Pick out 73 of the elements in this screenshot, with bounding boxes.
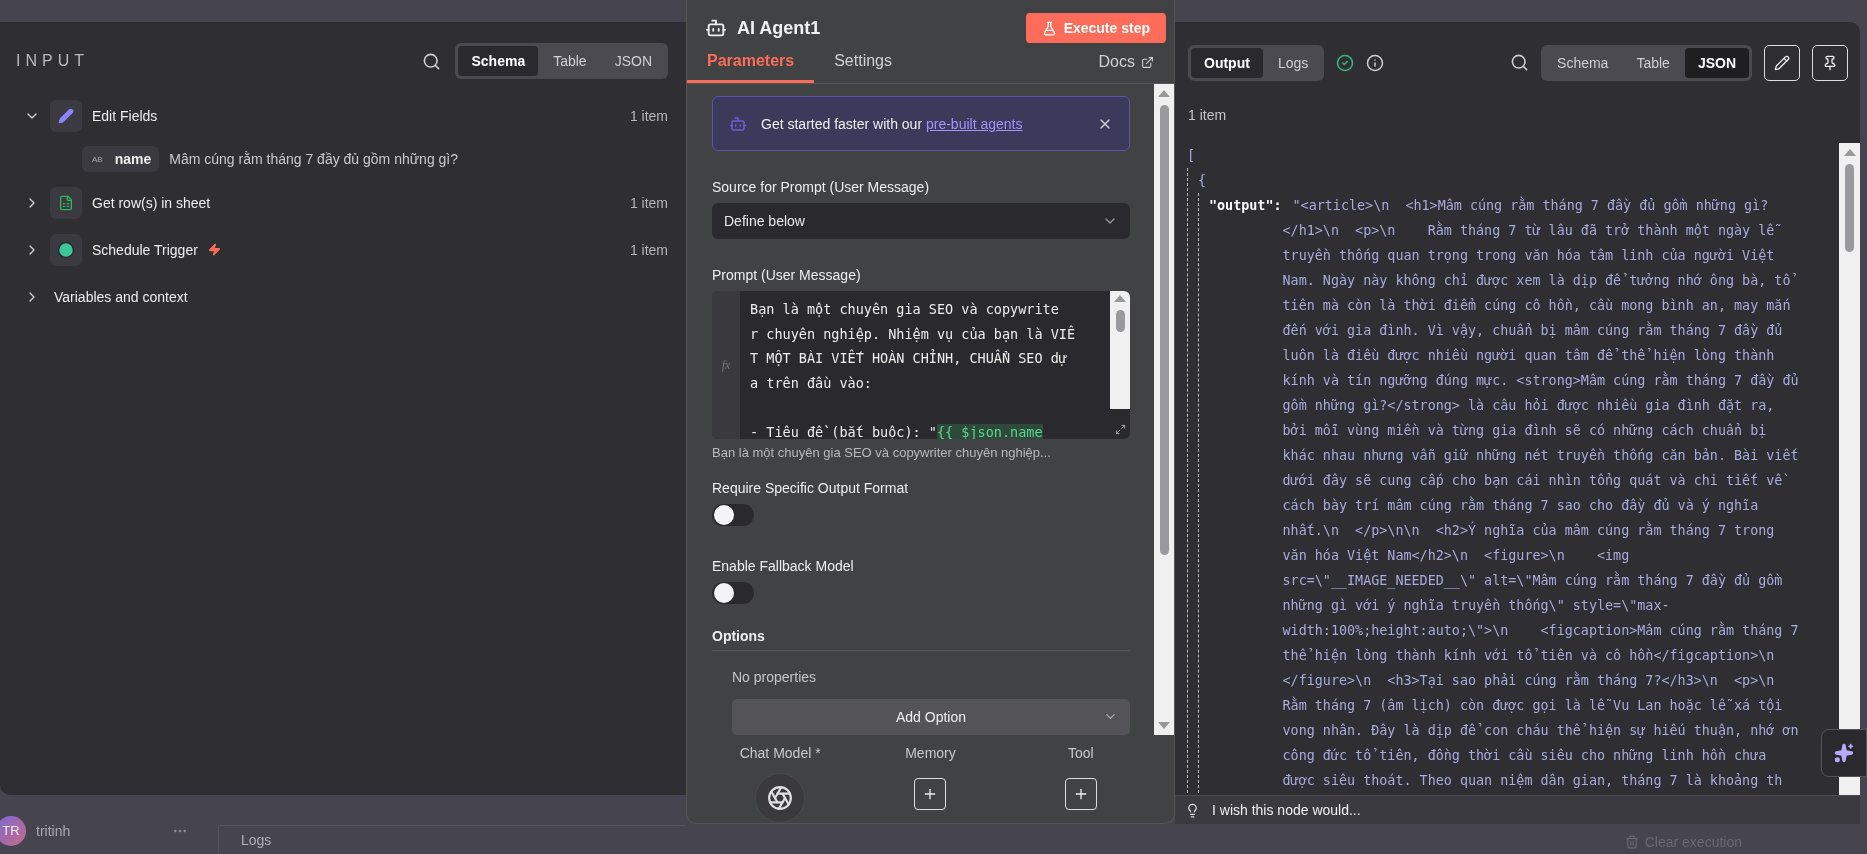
view-tab[interactable]: Table [1623, 47, 1683, 78]
user-avatar[interactable]: TR [0, 815, 26, 846]
node-name[interactable]: Edit Fields [92, 107, 158, 124]
item-count: 1 item [1188, 107, 1228, 123]
node-name[interactable]: Variables and context [54, 288, 188, 305]
field-label: Enable Fallback Model [712, 558, 855, 574]
json-key: "output": [1209, 193, 1282, 218]
view-tab[interactable]: JSON [1684, 47, 1749, 78]
empty-message: No properties [732, 669, 818, 685]
node-title: AI Agent1 [737, 17, 822, 39]
search-icon[interactable] [422, 51, 442, 71]
json-value: "<article>\n <h1>Mâm cúng rằm tháng 7 đầy đủ gồm những gì? </h1>\n <p>\n Rằm tháng 7 từ lâu đã trở thành một ngày lễ truyền thống quan trọng trong văn hóa tâm linh của người Việt Nam. Ngày này không chỉ được xem là dịp để tưởng nhớ ông bà, tổ tiên mà còn là thời điểm cúng cô hồn, cầu mong bình an, may mắn đến với gia đình. Vì vậy, chuẩn bị mâm cúng rằm tháng 7 đầy đủ luôn là điều được nhiều người quan tâm để thể hiện lòng thành kính và tín ngưỡng đúng mực. <strong>Mâm cúng rằm tháng 7 đầy đủ gồm những gì?</strong> là câu hỏi được nhiều gia đình đặt ra, bởi mỗi vùng miền và từng gia đình sẽ có những cách chuẩn bị khác nhau nhưng vẫn giữ những nét truyền thống căn bản. Bài viết dưới đây sẽ cung cấp cho bạn cái nhìn tổng quát và chi tiết về cách bày trí mâm cúng rằm tháng 7 sao cho đầy đủ và ý nghĩa nhất.\n </p>\n\n <h2>Ý nghĩa của mâm cúng rằm tháng 7 trong văn hóa Việt Nam</h2>\n <figure>\n <img src=\"__IMAGE_NEEDED__\" alt=\"Mâm cúng rằm tháng 7 đầy đủ gồm những gì với ý nghĩa truyền thống\" style=\"max- width:100%;height:auto;\">\n <figcaption>Mâm cúng rằm tháng 7 thể hiện lòng thành kính với tổ tiên và cô hồn</figcaption>\n </figure>\n <h3>Tại sao phải cúng rằm tháng 7?</h3>\n <p>\n Rằm tháng 7 (âm lịch) còn được gọi là lễ Vu Lan hoặc lễ xá tội vong nhân. Đây là dịp để con cháu thể hiện sự hiếu thuận, nhớ ơn công đức tổ tiên, đồng thời cầu siêu cho những linh hồn chưa được siêu thoát. Theo quan niệm dân gian, tháng 7 là khoảng th [1282, 195, 1799, 790]
toggle-switch[interactable] [712, 504, 754, 526]
connector-label: Chat Model * [739, 745, 821, 761]
scrollbar[interactable] [1839, 143, 1860, 795]
field-label: Prompt (User Message) [712, 267, 862, 283]
logs-title: Logs [241, 832, 272, 848]
prompt-editor[interactable]: fx Bạn là một chuyên gia SEO và copywrite r chuyên nghiệp. Nhiệm vụ của bạn là VIÊ T MỘT BÀI VIẾT HOÀN CHỈNH, CHUẨN SEO dự a trên đầu vào: - Tiêu đề`(bắt buộc): "{{ $json.name [712, 291, 1130, 439]
view-tab[interactable]: JSON [601, 46, 665, 76]
flask-icon [1041, 20, 1057, 36]
json-bracket: [ [1187, 148, 1196, 163]
source-select[interactable]: Define below [712, 203, 1130, 239]
edit-button[interactable] [1764, 44, 1800, 81]
add-option-button[interactable]: Add Option [732, 699, 1130, 735]
toggle-switch[interactable] [712, 582, 754, 604]
panel-title: INPUT [16, 52, 90, 70]
field-value: Mâm cúng rằm tháng 7 đầy đủ gồm những gì? [169, 151, 458, 167]
external-link-icon [1141, 55, 1154, 69]
docs-link[interactable]: Docs [1098, 53, 1154, 83]
add-button[interactable] [1064, 778, 1097, 810]
item-count: 1 item [629, 107, 668, 124]
info-icon[interactable] [1366, 53, 1385, 72]
pencil-icon [1774, 54, 1790, 71]
node-name[interactable]: Schedule Trigger [92, 241, 198, 258]
robot-icon [729, 114, 747, 133]
node-name[interactable]: Get row(s) in sheet [92, 194, 211, 211]
view-tab[interactable]: Logs [1264, 47, 1322, 78]
panel-tab[interactable]: Settings [814, 52, 912, 83]
item-count: 1 item [629, 241, 668, 258]
view-tab[interactable]: Schema [1544, 47, 1622, 78]
pin-icon [1822, 54, 1838, 71]
lightning-icon [207, 243, 221, 256]
prompt-preview: Bạn là một chuyên gia SEO và copywriter chuyên nghiệp... [712, 445, 1052, 460]
trash-icon [1624, 835, 1639, 849]
panel-tab[interactable]: Parameters [687, 52, 815, 83]
item-count: 1 item [629, 194, 668, 211]
callout-text: Get started faster with our pre-built agents [761, 115, 1024, 132]
add-button[interactable] [914, 778, 947, 810]
scrollbar[interactable] [1154, 84, 1174, 735]
sparkle-icon [1834, 743, 1854, 763]
view-tab[interactable]: Table [540, 46, 600, 76]
feedback-bar[interactable]: I wish this node would... [1175, 795, 1860, 824]
sparkle-button[interactable] [1821, 729, 1867, 777]
lightbulb-icon [1185, 802, 1200, 818]
field-label: Source for Prompt (User Message) [712, 179, 931, 195]
json-brace: { [1198, 173, 1207, 188]
section-title: Options [712, 628, 1130, 651]
search-icon[interactable] [1510, 53, 1530, 72]
view-tab[interactable]: Schema [458, 46, 539, 76]
prebuilt-agents-link[interactable]: pre-built agents [925, 115, 1023, 132]
fx-icon: fx [721, 357, 731, 373]
type-tag: AB [92, 154, 103, 164]
feedback-text: I wish this node would... [1212, 802, 1361, 818]
connector-label: Tool [1067, 745, 1094, 761]
connector-label: Memory [905, 745, 956, 761]
scrollbar[interactable] [1110, 291, 1130, 409]
pencil-icon [58, 107, 74, 124]
view-tab[interactable]: Output [1191, 47, 1263, 78]
pin-button[interactable] [1812, 44, 1848, 81]
field-label: Require Specific Output Format [712, 480, 910, 496]
spreadsheet-icon [58, 194, 74, 211]
user-name: tritinh [36, 822, 72, 839]
field-name: name [114, 151, 152, 167]
